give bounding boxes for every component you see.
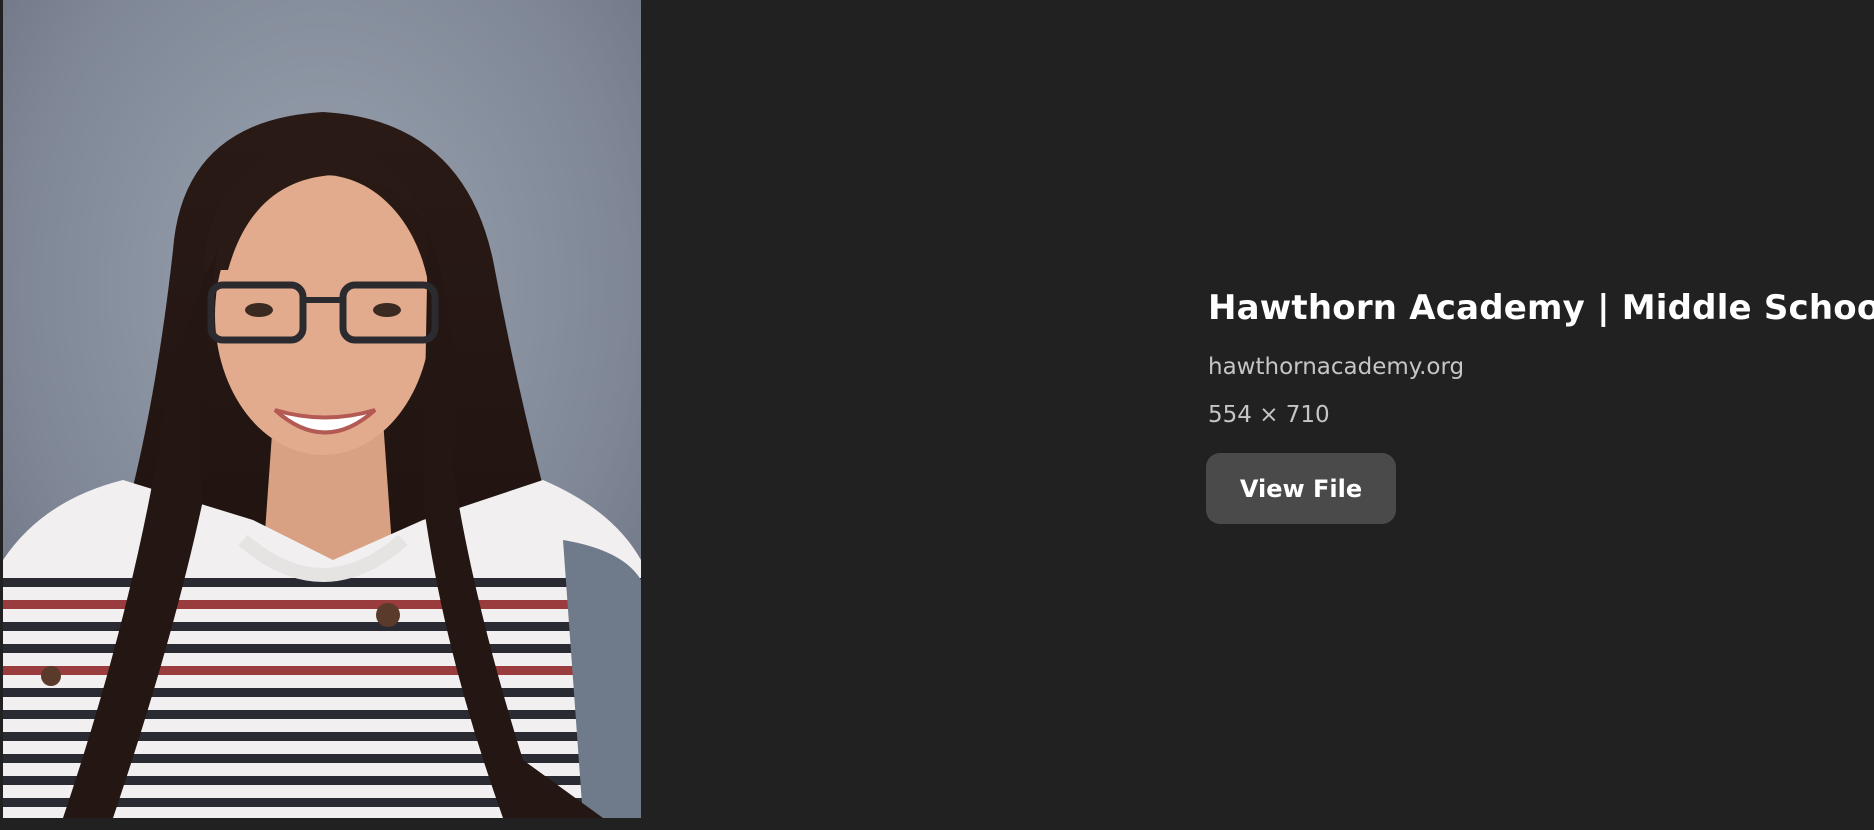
view-file-button[interactable]: View File [1206, 453, 1396, 524]
image-title[interactable]: Hawthorn Academy | Middle School [1208, 282, 1874, 334]
portrait-photo[interactable] [3, 0, 641, 818]
image-dimensions: 554 × 710 [1208, 402, 1330, 428]
image-source-domain[interactable]: hawthornacademy.org [1208, 352, 1848, 382]
image-info-panel: Hawthorn Academy | Middle School hawthor… [1206, 282, 1874, 524]
portrait-image [3, 0, 641, 818]
